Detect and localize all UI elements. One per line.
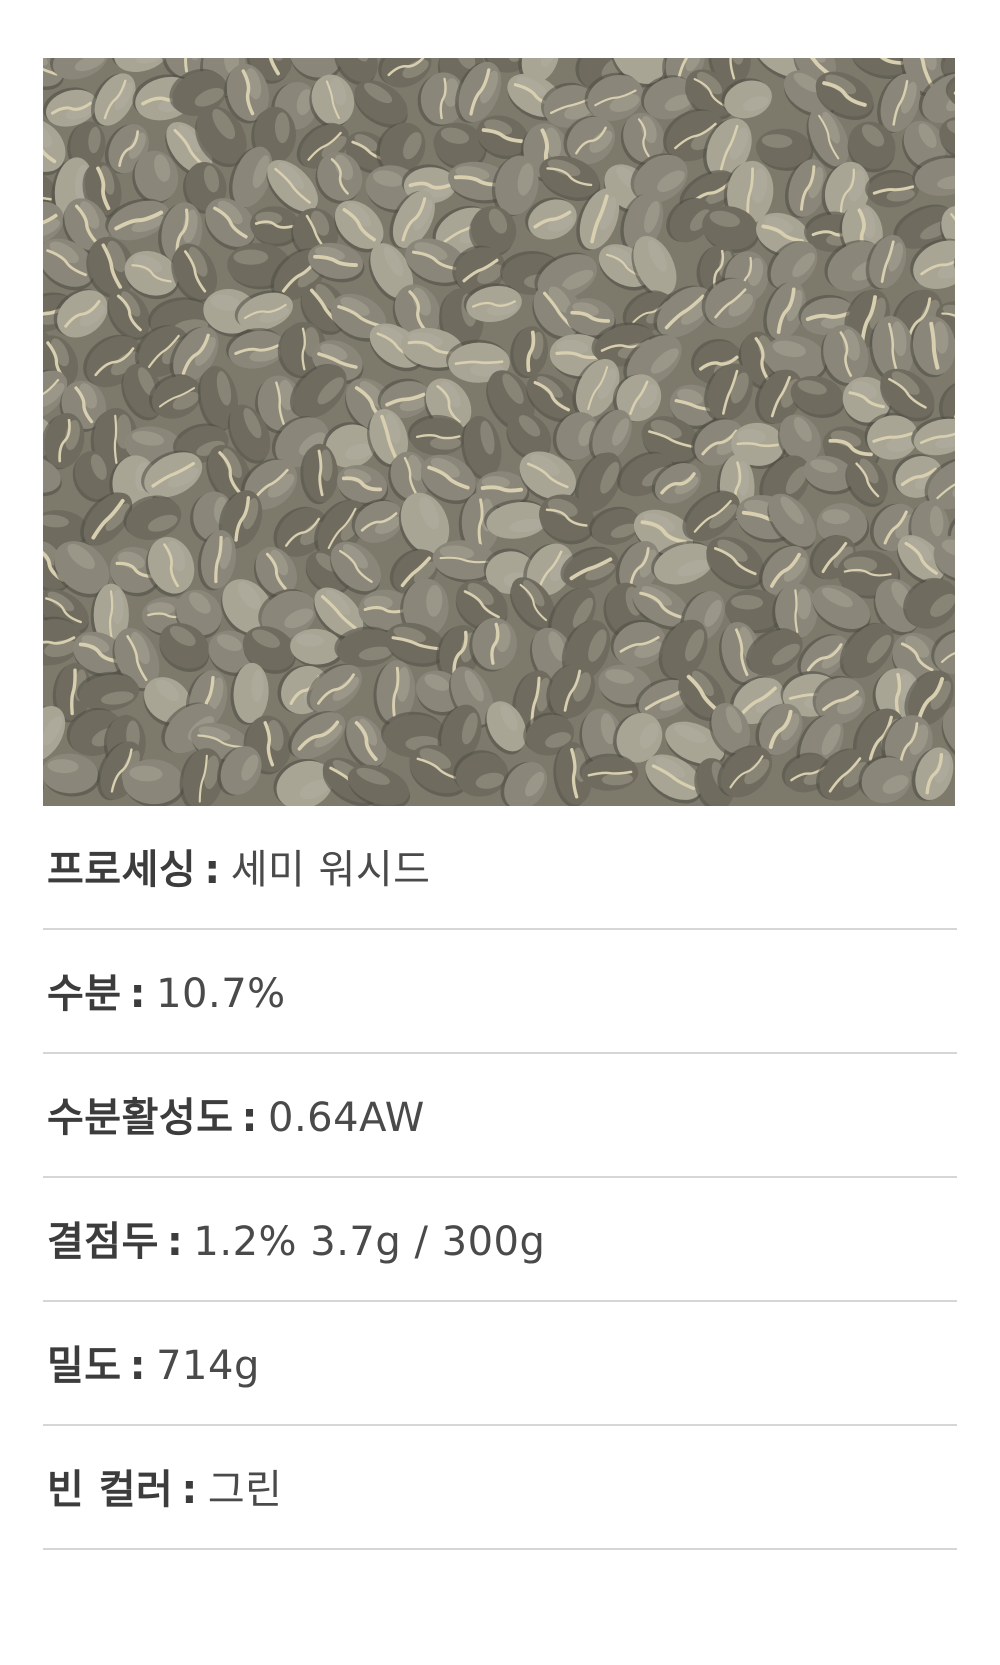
spec-label: 빈 컬러 — [47, 1467, 174, 1513]
spec-row-bean-color: 빈 컬러: 그린 — [43, 1426, 957, 1550]
spec-row-processing: 프로세싱: 세미 워시드 — [43, 806, 957, 930]
spec-row-moisture: 수분:10.7% — [43, 930, 957, 1054]
coffee-bean — [865, 169, 920, 208]
spec-row-density: 밀도:714g — [43, 1302, 957, 1426]
spec-label: 밀도 — [47, 1343, 122, 1389]
coffee-bean — [43, 753, 100, 797]
spec-value: 1.2% 3.7g / 300g — [193, 1219, 546, 1265]
coffee-beans-photo — [43, 58, 955, 806]
coffee-beans-image — [43, 58, 955, 806]
spec-value: 그린 — [207, 1467, 283, 1513]
spec-separator: : — [181, 1467, 198, 1513]
coffee-bean — [510, 326, 549, 379]
spec-list: 프로세싱: 세미 워시드 수분:10.7% 수분활성도:0.64AW 결점두:1.… — [43, 806, 957, 1550]
spec-value: 0.64AW — [268, 1095, 425, 1141]
spec-label: 프로세싱 — [47, 847, 197, 893]
spec-separator: : — [129, 971, 147, 1017]
spec-label: 수분 — [47, 971, 122, 1017]
divider — [43, 1548, 957, 1550]
spec-separator: : — [241, 1095, 258, 1141]
spec-value: 714g — [156, 1343, 260, 1389]
spec-label: 결점두 — [47, 1219, 159, 1265]
spec-value: 10.7% — [156, 971, 286, 1017]
spec-row-defects: 결점두:1.2% 3.7g / 300g — [43, 1178, 957, 1302]
spec-separator: : — [166, 1219, 184, 1265]
spec-separator: : — [204, 847, 221, 893]
spec-row-water-activity: 수분활성도:0.64AW — [43, 1054, 957, 1178]
spec-separator: : — [129, 1343, 147, 1389]
spec-label: 수분활성도 — [47, 1095, 234, 1141]
spec-value: 세미 워시드 — [230, 847, 431, 893]
